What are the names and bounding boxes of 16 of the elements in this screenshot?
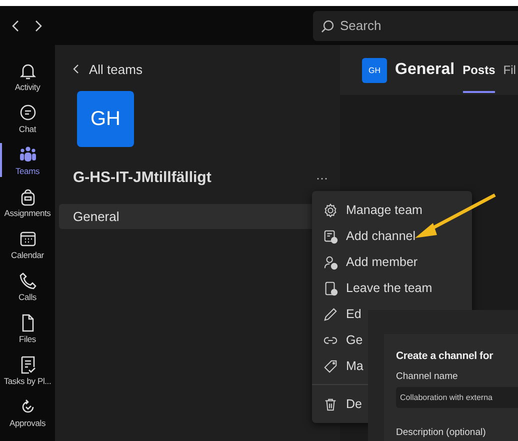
app-bar-label: Chat [18,124,36,134]
app-bar-label: Approvals [10,418,46,428]
team-name: G-HS-IT-JMtillfälligt [73,169,212,186]
app-bar-label: Calls [18,292,36,302]
app-bar-label: Files [19,334,36,344]
channel-avatar: GH [362,58,387,82]
team-avatar: GH [77,91,134,147]
app-bar-label: Calendar [11,250,44,260]
field-label: Channel name [396,371,459,382]
channel-title: General [395,61,455,79]
app-bar-label: Activity [14,82,40,92]
app-bar-label: Assignments [4,208,51,218]
app-bar-label: Teams [15,166,40,176]
app-bar-label: Tasks by Pl... [4,376,52,386]
dialog-title: Create a channel for [396,350,494,362]
field-label: Description (optional) [396,427,487,438]
